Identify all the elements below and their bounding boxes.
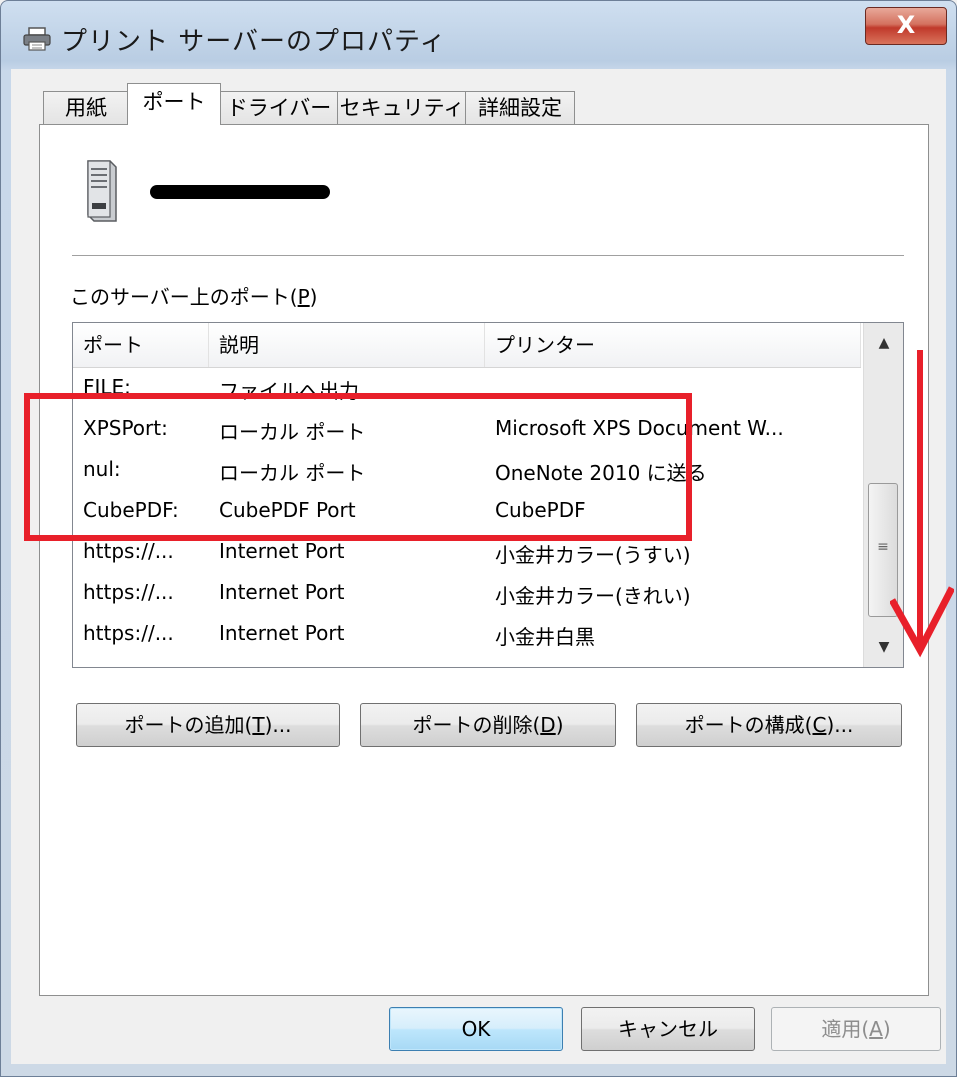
chevron-up-icon: ▲ <box>878 335 890 351</box>
column-header-port[interactable]: ポート <box>73 323 209 367</box>
printer-icon <box>23 27 51 51</box>
tab-security[interactable]: セキュリティ <box>337 91 467 124</box>
grip-icon: ≡ <box>877 539 889 555</box>
add-port-button[interactable]: ポートの追加(T)... <box>76 703 340 747</box>
cell-description: Internet Port <box>219 580 345 604</box>
server-icon <box>87 160 117 222</box>
cell-printer: 小金井カラー(うすい) <box>495 543 691 567</box>
red-down-arrow-icon <box>890 350 954 658</box>
cell-port: https://... <box>83 539 174 563</box>
cell-printer: 小金井白黒 <box>495 625 595 649</box>
redaction-mark <box>150 185 330 199</box>
tab-ports[interactable]: ポート <box>127 83 221 125</box>
cell-port: https://... <box>83 580 174 604</box>
delete-port-button[interactable]: ポートの削除(D) <box>360 703 616 747</box>
close-button[interactable]: X <box>865 7 947 45</box>
dialog-client-area: 用紙 ポート ドライバー セキュリティ 詳細設定 2011-13329 このサー… <box>11 69 946 1064</box>
configure-port-button[interactable]: ポートの構成(C)... <box>636 703 902 747</box>
chevron-down-icon: ▼ <box>878 639 890 655</box>
cell-printer: 小金井カラー(きれい) <box>495 584 691 608</box>
list-row[interactable]: https://... Internet Port 小金井カラー(きれい) <box>73 576 861 617</box>
red-highlight-box <box>24 393 692 541</box>
window-title: プリント サーバーのプロパティ <box>61 27 447 57</box>
list-row[interactable]: https://... Internet Port 小金井カラー(うすい) <box>73 535 861 576</box>
ports-tab-panel: 2011-13329 このサーバー上のポート(P) ポート 説明 プリンター F… <box>39 124 929 996</box>
ok-button[interactable]: OK <box>389 1007 563 1051</box>
tab-drivers[interactable]: ドライバー <box>219 91 339 124</box>
column-header-description[interactable]: 説明 <box>209 323 485 367</box>
tab-paper[interactable]: 用紙 <box>43 91 129 124</box>
list-header: ポート 説明 プリンター <box>73 323 861 368</box>
close-icon: X <box>896 11 916 39</box>
column-header-printer[interactable]: プリンター <box>485 323 861 367</box>
apply-button[interactable]: 適用(A) <box>771 1007 941 1051</box>
separator-line <box>72 255 904 257</box>
tab-advanced[interactable]: 詳細設定 <box>465 91 575 124</box>
cancel-button[interactable]: キャンセル <box>581 1007 755 1051</box>
list-row[interactable]: https://... Internet Port 小金井白黒 <box>73 617 861 658</box>
ports-list-label: このサーバー上のポート(P) <box>70 285 318 309</box>
cell-description: Internet Port <box>219 621 345 645</box>
cell-description: Internet Port <box>219 539 345 563</box>
cell-port: https://... <box>83 621 174 645</box>
title-bar[interactable]: プリント サーバーのプロパティ X <box>1 1 956 69</box>
